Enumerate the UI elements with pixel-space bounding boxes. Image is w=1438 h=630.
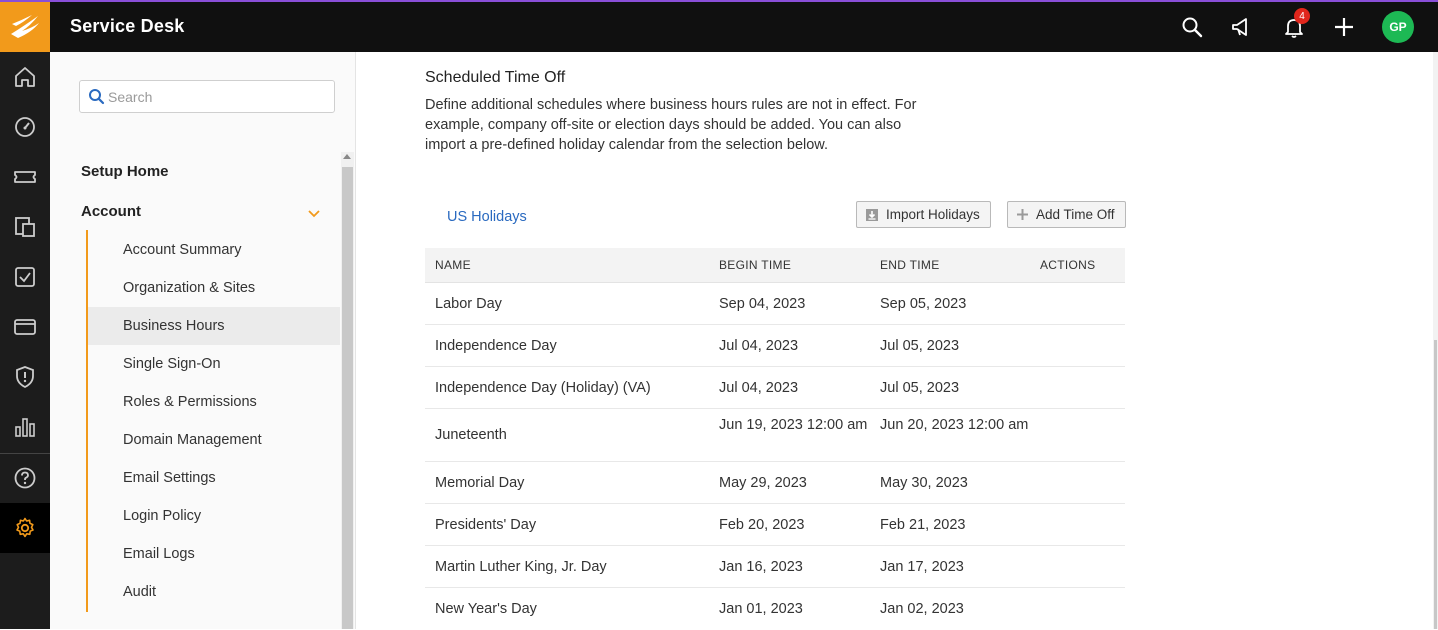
tasks-icon[interactable] [0, 252, 50, 302]
table-row[interactable]: Independence Day (Holiday) (VA) Jul 04, … [425, 367, 1125, 409]
megaphone-icon[interactable] [1228, 14, 1254, 40]
row-end-time: Jul 05, 2023 [880, 380, 960, 396]
table-header: NAME BEGIN TIME END TIME ACTIONS [425, 248, 1125, 283]
tab-us-holidays[interactable]: US Holidays [447, 209, 527, 225]
import-holidays-button[interactable]: Import Holidays [856, 201, 991, 228]
plus-icon [1016, 208, 1029, 221]
nav-setup-home[interactable]: Setup Home [81, 163, 169, 180]
sidebar-item-roles-permissions[interactable]: Roles & Permissions [88, 383, 340, 421]
sidebar-item-business-hours[interactable]: Business Hours [88, 307, 340, 345]
user-avatar[interactable]: GP [1382, 11, 1414, 43]
sidebar-item-email-logs[interactable]: Email Logs [88, 535, 340, 573]
sidebar-item-audit[interactable]: Audit [88, 573, 340, 611]
section-title: Scheduled Time Off [425, 69, 566, 86]
help-icon[interactable] [0, 453, 50, 503]
table-row[interactable]: Juneteenth Jun 19, 2023 12:00 am Jun 20,… [425, 409, 1125, 462]
top-bar: Service Desk 4 GP [0, 2, 1438, 52]
section-description: Define additional schedules where busine… [425, 97, 917, 153]
sidebar-item-email-settings[interactable]: Email Settings [88, 459, 340, 497]
shield-icon[interactable] [0, 352, 50, 402]
nav-account[interactable]: Account [81, 203, 141, 220]
row-end-time: Jun 20, 2023 12:00 am [880, 417, 1029, 433]
row-begin-time: Feb 20, 2023 [719, 517, 805, 533]
sidebar-item-organization-sites[interactable]: Organization & Sites [88, 269, 340, 307]
home-icon[interactable] [0, 52, 50, 102]
row-end-time: Jan 17, 2023 [880, 559, 964, 575]
row-begin-time: Jun 19, 2023 12:00 am [719, 417, 868, 433]
row-begin-time: Jan 01, 2023 [719, 601, 803, 617]
row-begin-time: Jul 04, 2023 [719, 338, 799, 354]
ticket-icon[interactable] [0, 152, 50, 202]
row-begin-time: Sep 04, 2023 [719, 296, 806, 312]
table-row[interactable]: Memorial Day May 29, 2023 May 30, 2023 [425, 462, 1125, 504]
sidebar-item-account-summary[interactable]: Account Summary [88, 231, 340, 269]
scroll-up-arrow-icon[interactable] [343, 154, 351, 159]
notification-badge: 4 [1294, 8, 1310, 24]
row-name: Labor Day [435, 296, 502, 312]
left-icon-rail [0, 52, 50, 629]
column-header-begin-time[interactable]: BEGIN TIME [719, 258, 791, 272]
row-end-time: Jan 02, 2023 [880, 601, 964, 617]
import-icon [865, 208, 879, 222]
table-row[interactable]: Martin Luther King, Jr. Day Jan 16, 2023… [425, 546, 1125, 588]
setup-sidebar: Setup Home Account Account Summary Organ… [50, 52, 356, 629]
reports-icon[interactable] [0, 402, 50, 452]
column-header-end-time[interactable]: END TIME [880, 258, 940, 272]
table-row[interactable]: Labor Day Sep 04, 2023 Sep 05, 2023 [425, 283, 1125, 325]
card-icon[interactable] [0, 302, 50, 352]
row-name: Juneteenth [435, 427, 507, 443]
table-row[interactable]: New Year's Day Jan 01, 2023 Jan 02, 2023 [425, 588, 1125, 630]
row-begin-time: Jul 04, 2023 [719, 380, 799, 396]
column-header-actions: ACTIONS [1040, 258, 1096, 272]
search-icon [88, 88, 105, 110]
add-icon[interactable] [1331, 14, 1357, 40]
sidebar-item-single-sign-on[interactable]: Single Sign-On [88, 345, 340, 383]
column-header-name[interactable]: NAME [435, 258, 471, 272]
sidebar-item-domain-management[interactable]: Domain Management [88, 421, 340, 459]
table-row[interactable]: Presidents' Day Feb 20, 2023 Feb 21, 202… [425, 504, 1125, 546]
row-name: Independence Day (Holiday) (VA) [435, 380, 651, 396]
table-row[interactable]: Independence Day Jul 04, 2023 Jul 05, 20… [425, 325, 1125, 367]
row-name: Independence Day [435, 338, 557, 354]
main-scrollbar-thumb[interactable] [1434, 340, 1437, 629]
row-name: Martin Luther King, Jr. Day [435, 559, 607, 575]
row-end-time: May 30, 2023 [880, 475, 968, 491]
row-end-time: Jul 05, 2023 [880, 338, 960, 354]
row-name: New Year's Day [435, 601, 537, 617]
row-begin-time: Jan 16, 2023 [719, 559, 803, 575]
settings-icon[interactable] [0, 503, 50, 553]
bell-icon[interactable]: 4 [1281, 8, 1310, 40]
sidebar-item-login-policy[interactable]: Login Policy [88, 497, 340, 535]
app-title: Service Desk [70, 16, 185, 36]
time-off-table: NAME BEGIN TIME END TIME ACTIONS Labor D… [425, 248, 1125, 630]
dashboard-icon[interactable] [0, 102, 50, 152]
search-box[interactable] [79, 80, 335, 113]
row-name: Presidents' Day [435, 517, 537, 533]
search-input[interactable] [108, 81, 330, 112]
add-time-off-label: Add Time Off [1036, 207, 1115, 222]
sidebar-scrollbar-thumb[interactable] [342, 167, 353, 629]
logo-icon[interactable] [0, 2, 50, 52]
add-time-off-button[interactable]: Add Time Off [1007, 201, 1126, 228]
row-end-time: Feb 21, 2023 [880, 517, 966, 533]
row-name: Memorial Day [435, 475, 525, 491]
assets-icon[interactable] [0, 202, 50, 252]
search-icon[interactable] [1179, 14, 1205, 40]
row-begin-time: May 29, 2023 [719, 475, 807, 491]
row-end-time: Sep 05, 2023 [880, 296, 967, 312]
import-holidays-label: Import Holidays [886, 207, 980, 222]
chevron-down-icon[interactable] [307, 206, 321, 224]
